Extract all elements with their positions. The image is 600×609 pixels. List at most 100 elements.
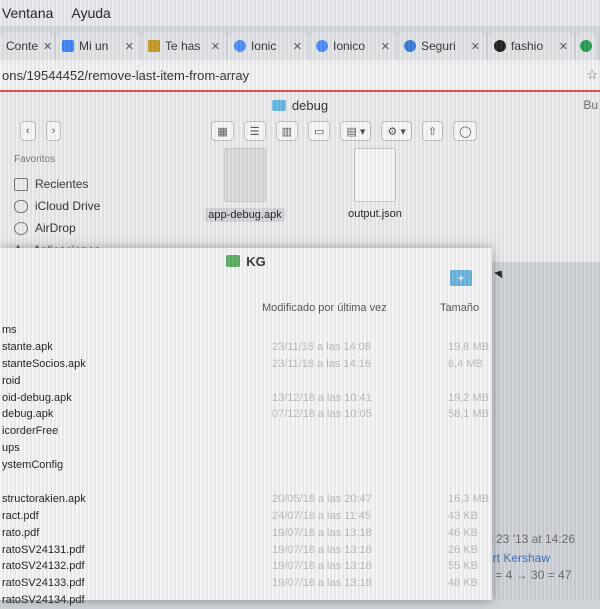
table-row[interactable]: ms — [0, 322, 492, 339]
comment-user[interactable]: art Kershaw — [486, 551, 550, 565]
icon-view-icon[interactable]: ▦ — [211, 121, 234, 141]
row-date: 19/07/18 a las 13:18 — [272, 526, 372, 539]
gallery-view-icon[interactable]: ▭ — [308, 121, 331, 141]
new-folder-icon[interactable]: + — [450, 270, 472, 286]
table-row[interactable]: rato.pdf 19/07/18 a las 13:18 46 KB — [0, 525, 492, 542]
table-row[interactable]: ratoSV24133.pdf 19/07/18 a las 13:18 48 KB — [0, 575, 492, 592]
table-row[interactable]: ratoSV24134.pdf — [0, 592, 492, 609]
row-size: 43 KB — [448, 509, 478, 522]
tag-icon[interactable]: ◯ — [453, 121, 478, 141]
share-icon[interactable]: ⇧ — [421, 121, 444, 141]
sidebar-item-airdrop[interactable]: AirDrop — [14, 217, 194, 239]
file-name: output.json — [348, 208, 402, 220]
close-icon[interactable]: ✕ — [471, 40, 480, 53]
table-row[interactable]: ratoSV24132.pdf 19/07/18 a las 13:18 55 KB — [0, 558, 492, 575]
row-date: 19/07/18 a las 13:18 — [272, 577, 372, 590]
url-text: ons/19544452/remove-last-item-from-array — [2, 67, 250, 83]
column-size[interactable]: Tamaño — [440, 302, 479, 314]
comment-date: let 23 '13 at 14:26 — [480, 532, 576, 546]
dialog-title: KG — [0, 248, 492, 274]
tab-7[interactable] — [576, 32, 596, 60]
row-size: 58,1 MB — [448, 408, 489, 421]
ionic-icon — [234, 40, 246, 52]
file-item[interactable]: output.json — [330, 148, 420, 222]
table-row[interactable]: ups — [0, 440, 492, 457]
sidebar-item-label: Recientes — [35, 177, 89, 191]
file-list: ms stante.apk 23/11/18 a las 14:08 19,8 MB… — [0, 322, 492, 609]
cloud-icon — [14, 199, 28, 213]
row-size: 19,2 MB — [448, 391, 489, 404]
menu-item-window[interactable]: Ventana — [2, 5, 53, 21]
close-icon[interactable]: ✕ — [43, 40, 52, 53]
tab-6[interactable]: fashio ✕ — [488, 32, 574, 60]
file-name: app-debug.apk — [205, 208, 285, 222]
sidebar-item-icloud[interactable]: iCloud Drive — [14, 195, 194, 217]
tab-label: fashio — [511, 39, 544, 53]
column-view-icon[interactable]: ▥ — [275, 121, 299, 141]
whatsapp-icon — [580, 40, 592, 52]
file-item[interactable]: app-debug.apk — [200, 148, 290, 222]
back-button[interactable]: ‹ — [20, 121, 36, 141]
row-name: ups — [2, 442, 20, 455]
close-icon[interactable]: ✕ — [211, 40, 220, 53]
tab-label: Te has — [165, 39, 201, 53]
table-row[interactable]: oid-debug.apk 13/12/18 a las 10:41 19,2 MB — [0, 390, 492, 407]
table-row[interactable]: icorderFree — [0, 423, 492, 440]
row-date: 19/07/18 a las 13:18 — [272, 543, 372, 556]
table-row[interactable]: stanteSocios.apk 23/11/18 a las 14:16 6,4 … — [0, 356, 492, 373]
row-name: ms — [2, 324, 17, 336]
column-modified[interactable]: Modificado por última vez — [262, 302, 387, 314]
sidebar-item-label: AirDrop — [35, 221, 76, 235]
close-icon[interactable]: ✕ — [381, 40, 390, 53]
menu-item-help[interactable]: Ayuda — [71, 5, 110, 21]
sidebar-header: Favoritos — [14, 154, 56, 165]
table-row[interactable]: ract.pdf 24/07/18 a las 11:45 43 KB — [0, 508, 492, 525]
globe-icon — [404, 40, 416, 52]
table-row[interactable]: roid — [0, 373, 492, 390]
close-icon[interactable]: ✕ — [559, 40, 568, 53]
row-name: oid-debug.apk — [2, 391, 72, 404]
column-header: Modificado por última vez Tamaño — [0, 300, 492, 318]
tab-label: Seguri — [421, 39, 456, 53]
row-name: stante.apk — [2, 340, 53, 353]
table-row[interactable]: ratoSV24131.pdf 19/07/18 a las 13:18 26 KB — [0, 542, 492, 559]
row-size: 16,3 MB — [448, 492, 489, 505]
tab-1[interactable]: Mi un ✕ — [56, 32, 140, 60]
search-field[interactable]: Bu — [583, 98, 598, 112]
close-icon[interactable]: ✕ — [293, 40, 302, 53]
forward-button[interactable]: › — [45, 121, 62, 141]
json-file-icon — [354, 148, 396, 202]
table-row[interactable]: debug.apk 07/12/18 a las 10:05 58,1 MB — [0, 406, 492, 423]
row-date: 23/11/18 a las 14:08 — [272, 340, 371, 353]
list-view-icon[interactable]: ☰ — [243, 121, 266, 141]
dialog-title-text: KG — [246, 253, 266, 269]
star-icon[interactable]: ☆ — [586, 67, 598, 83]
mouse-cursor — [494, 267, 506, 279]
gear-icon[interactable]: ⚙ ▾ — [381, 121, 412, 141]
table-row[interactable]: stante.apk 23/11/18 a las 14:08 19,8 MB — [0, 339, 492, 356]
window-title-text: debug — [291, 97, 329, 113]
tab-0[interactable]: Conte ✕ — [0, 32, 54, 60]
table-row[interactable] — [0, 474, 492, 491]
row-name: icorderFree — [2, 425, 59, 438]
row-name: roid — [2, 374, 21, 387]
tab-5[interactable]: Seguri ✕ — [398, 32, 486, 60]
tab-4[interactable]: Ionico ✕ — [310, 32, 396, 60]
folder-icon — [226, 255, 241, 267]
menu-bar: Ventana Ayuda — [0, 0, 600, 26]
tab-label: Conte — [6, 39, 39, 53]
tab-2[interactable]: Te has ✕ — [142, 32, 226, 60]
row-name: ratoSV24134.pdf — [2, 594, 85, 607]
table-row[interactable]: ystemConfig — [0, 457, 492, 474]
sidebar-item-label: iCloud Drive — [35, 199, 101, 213]
address-bar[interactable]: ons/19544452/remove-last-item-from-array… — [0, 60, 600, 92]
tab-3[interactable]: Ionic ✕ — [228, 32, 308, 60]
table-row[interactable]: structorakien.apk 20/05/18 a las 20:47 16,… — [0, 491, 492, 508]
tab-bar: Conte ✕ Mi un ✕ Te has ✕ Ionic ✕ Ionico … — [0, 26, 600, 60]
close-icon[interactable]: ✕ — [125, 40, 134, 53]
sidebar-item-recents[interactable]: Recientes — [14, 173, 194, 195]
row-name: stanteSocios.apk — [2, 357, 86, 370]
group-icon[interactable]: ▤ ▾ — [340, 121, 372, 141]
tab-label: Mi un — [79, 39, 109, 53]
row-date: 13/12/18 a las 10:41 — [272, 391, 372, 404]
